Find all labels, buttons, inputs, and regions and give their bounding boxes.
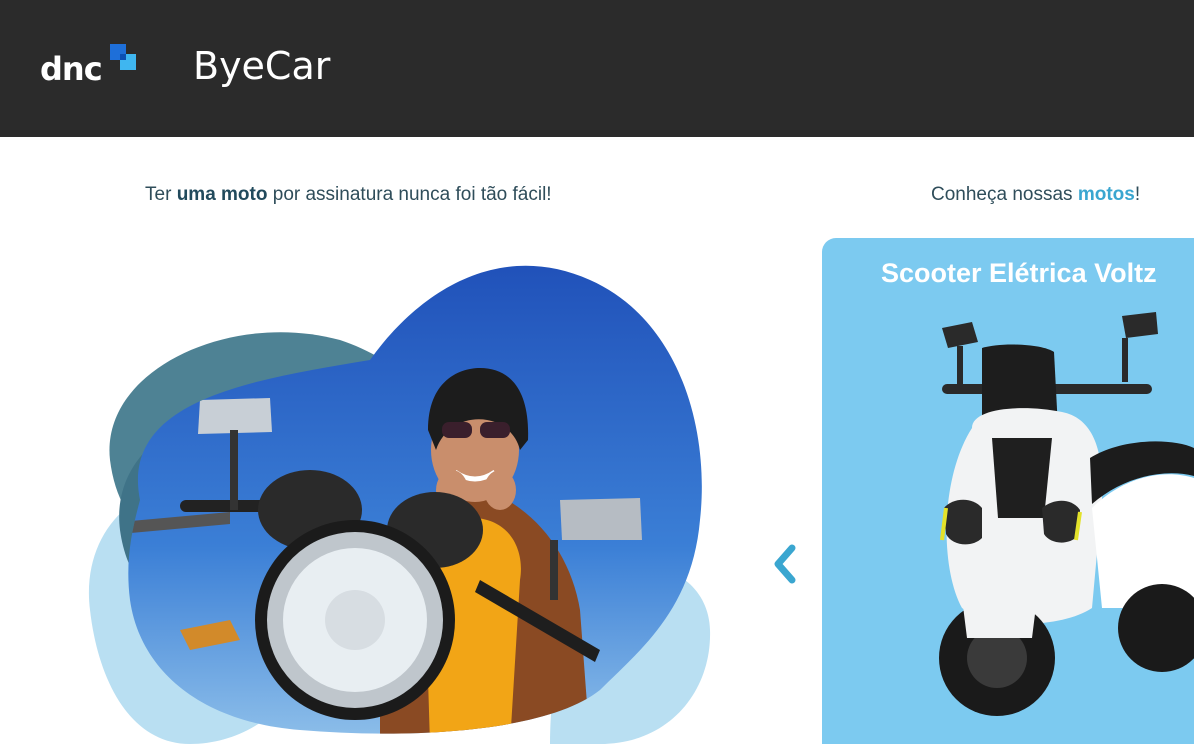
hero-headline-end: por assinatura nunca foi tão fácil! — [267, 184, 552, 205]
hero-headline-emphasis: uma moto — [176, 184, 268, 205]
dnc-logo[interactable]: dnc — [40, 44, 150, 94]
top-header: dnc ByeCar — [0, 0, 1194, 137]
chevron-left-icon[interactable] — [768, 540, 802, 588]
catalog-headline-start: Conheça nossas — [931, 184, 1078, 205]
catalog-headline-emphasis: motos — [1077, 184, 1135, 205]
hero-image — [88, 265, 711, 744]
hero-headline-start: Ter — [145, 184, 177, 205]
logo-squares-icon — [110, 44, 136, 70]
scooter-image — [939, 312, 1194, 716]
product-card-title: Scooter Elétrica Voltz — [881, 258, 1157, 288]
hero-headline: Ter uma moto por assinatura nunca foi tã… — [145, 184, 552, 206]
catalog-headline: Conheça nossas motos! — [931, 184, 1140, 206]
logo-text: dnc — [40, 50, 103, 88]
product-card[interactable]: Scooter Elétrica Voltz — [822, 238, 1194, 744]
app-title: ByeCar — [193, 44, 331, 88]
catalog-headline-end: ! — [1134, 184, 1141, 205]
